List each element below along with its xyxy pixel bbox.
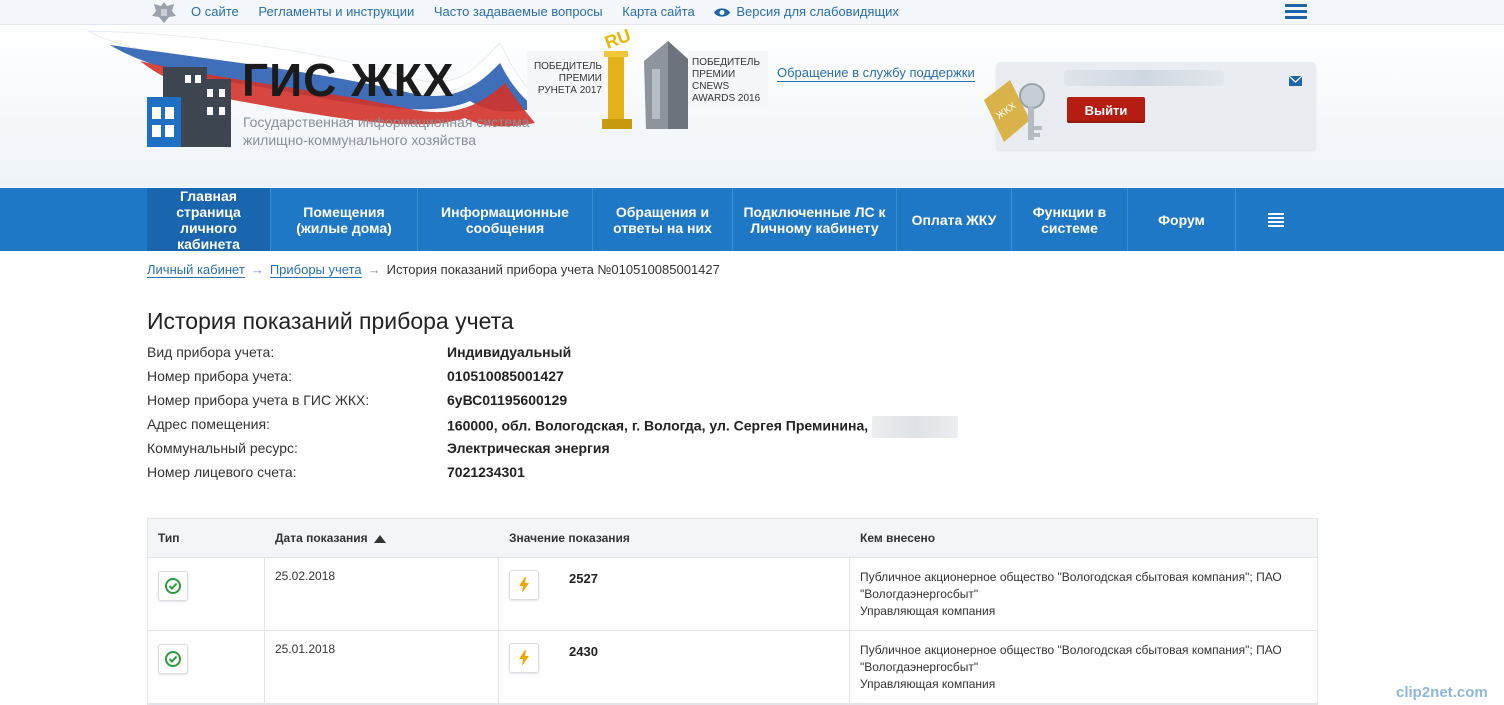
- cell-type: [148, 631, 265, 703]
- meta-value: Электрическая энергия: [447, 440, 610, 456]
- user-name-redacted: [1064, 70, 1224, 86]
- breadcrumb: Личный кабинет → Приборы учета → История пок…: [147, 262, 720, 278]
- nav-messages[interactable]: Информационные сообщения: [418, 188, 593, 251]
- readings-table: Тип Дата показания Значение показания Ке…: [147, 518, 1318, 705]
- nav-premises[interactable]: Помещения (жилые дома): [271, 188, 418, 251]
- logout-button[interactable]: Выйти: [1067, 97, 1145, 123]
- status-ok-button[interactable]: [158, 571, 188, 601]
- page-title: История показаний прибора учета: [147, 308, 514, 334]
- logo-building-icon: [147, 67, 231, 147]
- check-circle-icon: [165, 578, 181, 594]
- support-link[interactable]: Обращение в службу поддержки: [777, 65, 975, 82]
- reading-date: 25.01.2018: [275, 642, 336, 656]
- lightning-icon: [519, 577, 529, 593]
- emblem-icon: [152, 2, 176, 23]
- nav-home[interactable]: Главная страница личного кабинета: [147, 188, 271, 252]
- about-link[interactable]: О сайте: [191, 4, 239, 19]
- meta-value: 010510085001427: [447, 368, 564, 384]
- nav-functions[interactable]: Функции в системе: [1012, 188, 1128, 251]
- meta-label: Адрес помещения:: [147, 416, 270, 432]
- breadcrumb-current: История показаний прибора учета №0105100…: [386, 262, 720, 277]
- nav-appeals[interactable]: Обращения и ответы на них: [593, 188, 733, 251]
- table-row: 25.02.2018 2527 Публичное акционерное об…: [148, 558, 1317, 631]
- breadcrumb-separator: →: [250, 262, 264, 277]
- cell-author: Публичное акционерное общество "Вологодс…: [850, 631, 1317, 703]
- electricity-button[interactable]: [509, 643, 539, 673]
- cell-date: 25.02.2018: [265, 558, 499, 630]
- sitemap-link[interactable]: Карта сайта: [622, 4, 694, 19]
- top-links: О сайте Регламенты и инструкции Часто за…: [191, 4, 915, 19]
- col-author: Кем внесено: [860, 531, 936, 545]
- reading-value: 2430: [569, 644, 598, 659]
- eye-icon: [714, 8, 731, 17]
- trophy-silver-icon: [644, 41, 688, 129]
- meta-value: 6уВС01195600129: [447, 392, 568, 408]
- award-runet: ПОБЕДИТЕЛЬ ПРЕМИИ РУНЕТА 2017: [527, 51, 605, 111]
- logo-title[interactable]: ГИС ЖКХ: [242, 53, 454, 107]
- keys-icon: ЖКХ: [984, 80, 1045, 142]
- trophy-badge-text: RU: [602, 25, 633, 53]
- col-date-label: Дата показания: [275, 531, 368, 545]
- address-redacted: [872, 416, 959, 438]
- meta-label: Номер прибора учета:: [147, 368, 292, 384]
- breadcrumb-meters[interactable]: Приборы учета: [269, 262, 362, 278]
- sort-asc-icon[interactable]: [373, 534, 386, 543]
- author-org: Публичное акционерное общество "Вологодс…: [860, 570, 1282, 601]
- meta-value: 7021234301: [447, 464, 525, 480]
- user-panel: ЖКХ Выйти: [984, 62, 1316, 150]
- breadcrumb-cabinet[interactable]: Личный кабинет: [147, 262, 245, 278]
- mail-icon[interactable]: [1289, 76, 1302, 86]
- menu-icon[interactable]: [1285, 4, 1307, 20]
- meta-label: Вид прибора учета:: [147, 344, 275, 360]
- check-circle-icon: [165, 651, 181, 667]
- award-runet-text: ПОБЕДИТЕЛЬ ПРЕМИИ РУНЕТА 2017: [533, 61, 602, 96]
- col-value: Значение показания: [509, 531, 630, 545]
- electricity-button[interactable]: [509, 570, 539, 600]
- nav-forum[interactable]: Форум: [1128, 188, 1236, 251]
- award-cnews-text: ПОБЕДИТЕЛЬ ПРЕМИИ CNEWS AWARDS 2016: [692, 57, 761, 104]
- award-cnews: ПОБЕДИТЕЛЬ ПРЕМИИ CNEWS AWARDS 2016: [688, 51, 768, 109]
- author-text: Публичное акционерное общество "Вологодс…: [860, 569, 1307, 620]
- faq-link[interactable]: Часто задаваемые вопросы: [434, 4, 603, 19]
- meta-label: Номер прибора учета в ГИС ЖКХ:: [147, 392, 370, 408]
- meta-label: Номер лицевого счета:: [147, 464, 297, 480]
- nav-payment[interactable]: Оплата ЖКУ: [897, 188, 1012, 251]
- col-date[interactable]: Дата показания: [265, 519, 499, 557]
- reading-date: 25.02.2018: [275, 569, 336, 583]
- cell-date: 25.01.2018: [265, 631, 499, 703]
- status-ok-button[interactable]: [158, 644, 188, 674]
- lightning-icon: [519, 650, 529, 666]
- meta-value: 160000, обл. Вологодская, г. Вологда, ул…: [447, 417, 869, 434]
- accessibility-label: Версия для слабовидящих: [736, 4, 899, 19]
- breadcrumb-separator: →: [367, 262, 381, 277]
- main-nav: Главная страница личного кабинета Помеще…: [0, 188, 1504, 252]
- author-role: Управляющая компания: [860, 677, 996, 691]
- author-text: Публичное акционерное общество "Вологодс…: [860, 642, 1307, 693]
- table-row: 25.01.2018 2430 Публичное акционерное об…: [148, 631, 1317, 704]
- nav-more-icon[interactable]: [1236, 188, 1316, 251]
- meta-value-wrap: 160000, обл. Вологодская, г. Вологда, ул…: [447, 416, 959, 438]
- meta-value: Индивидуальный: [447, 344, 572, 360]
- nav-connected-accounts[interactable]: Подключенные ЛС к Личному кабинету: [733, 188, 897, 251]
- regulations-link[interactable]: Регламенты и инструкции: [258, 4, 414, 19]
- meta-label: Коммунальный ресурс:: [147, 440, 298, 456]
- reading-value: 2527: [569, 571, 598, 586]
- logo-subtitle: Государственная информационная система ж…: [243, 114, 530, 148]
- cell-type: [148, 558, 265, 630]
- accessibility-link[interactable]: Версия для слабовидящих: [714, 4, 899, 19]
- cell-author: Публичное акционерное общество "Вологодс…: [850, 558, 1317, 630]
- table-header: Тип Дата показания Значение показания Ке…: [148, 519, 1317, 558]
- watermark: clip2net.com: [1396, 684, 1488, 701]
- top-utility-bar: О сайте Регламенты и инструкции Часто за…: [0, 0, 1504, 25]
- col-type: Тип: [158, 531, 180, 545]
- cell-value: 2527: [499, 558, 850, 630]
- trophy-gold-icon: RU: [602, 25, 633, 129]
- author-role: Управляющая компания: [860, 604, 996, 618]
- author-org: Публичное акционерное общество "Вологодс…: [860, 643, 1282, 674]
- cell-value: 2430: [499, 631, 850, 703]
- site-header: ГИС ЖКХ Государственная информационная с…: [0, 25, 1504, 187]
